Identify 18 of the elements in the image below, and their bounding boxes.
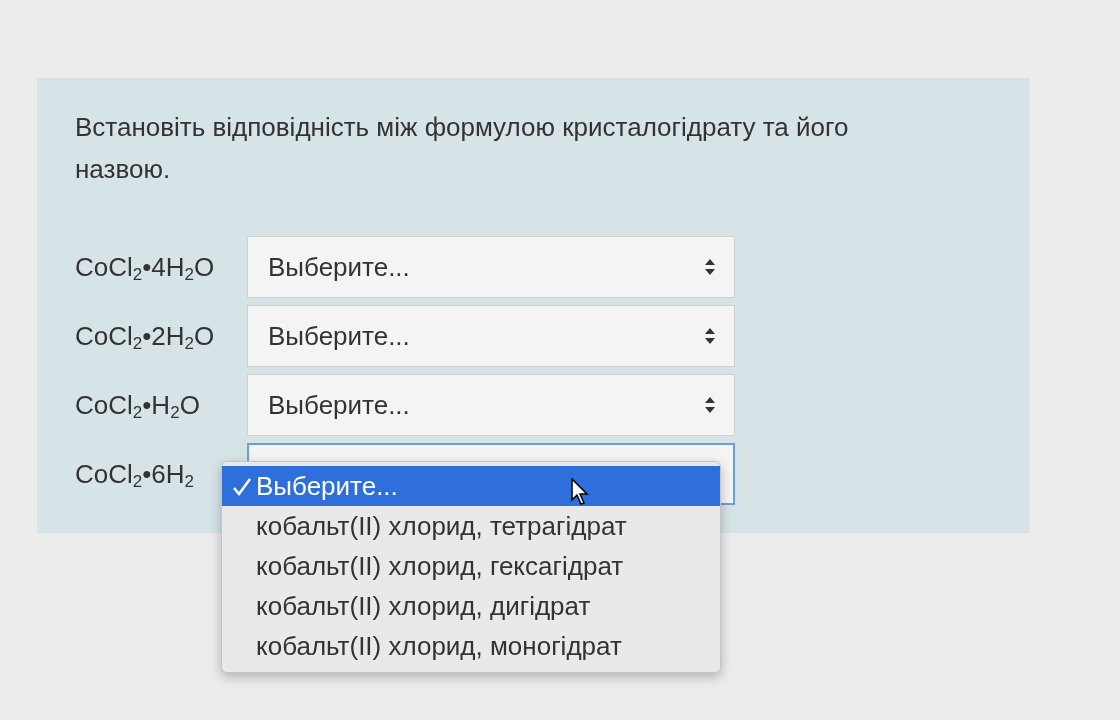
updown-icon xyxy=(704,327,716,345)
formula-label: CoCl$_{2}$•4H$_{2}$O xyxy=(75,251,216,283)
formula-label: CoCl$_{2}$•6H$_{2}$ xyxy=(75,458,196,490)
select-field[interactable]: Выберите... xyxy=(247,374,735,436)
updown-icon xyxy=(704,258,716,276)
select-field[interactable]: Выберите... xyxy=(247,236,735,298)
dropdown-option[interactable]: кобальт(II) хлорид, гексагідрат xyxy=(222,546,720,586)
dropdown-option[interactable]: Выберите... xyxy=(222,466,720,506)
cursor-icon xyxy=(570,478,590,506)
select-field[interactable]: Выберите... xyxy=(247,305,735,367)
updown-icon xyxy=(704,396,716,414)
check-icon xyxy=(232,477,252,497)
dropdown-option[interactable]: кобальт(II) хлорид, тетрагідрат xyxy=(222,506,720,546)
dropdown-option[interactable]: кобальт(II) хлорид, дигідрат xyxy=(222,586,720,626)
formula-label: CoCl$_{2}$•H$_{2}$O xyxy=(75,389,201,421)
question-text: Встановіть відповідність між формулою кристалогідрату та його назвою. xyxy=(75,111,850,186)
formula-label: CoCl$_{2}$•2H$_{2}$O xyxy=(75,320,216,352)
dropdown-option[interactable]: кобальт(II) хлорид, моногідрат xyxy=(222,626,720,666)
